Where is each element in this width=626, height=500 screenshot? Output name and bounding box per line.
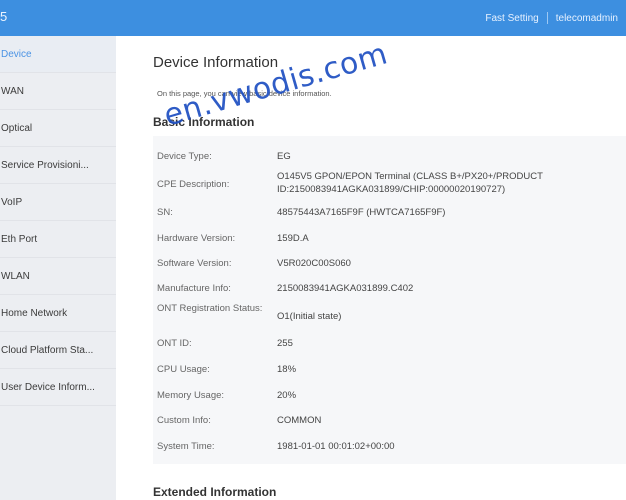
row-label: Software Version: (157, 258, 232, 269)
sidebar-item-label: Optical (1, 122, 33, 134)
basic-info-panel: Device Type: EG CPE Description: O145V5 … (153, 136, 626, 464)
sidebar-item-service-provisioning[interactable]: Service Provisioni... (0, 147, 116, 184)
row-value: 159D.A (277, 233, 309, 244)
row-value: 20% (277, 390, 297, 401)
sidebar-item-voip[interactable]: VoIP (0, 184, 116, 221)
row-label: Device Type: (157, 151, 212, 162)
sidebar-item-label: WLAN (1, 270, 30, 282)
sidebar-item-label: Cloud Platform Sta... (1, 344, 94, 356)
sidebar-item-user-device[interactable]: User Device Inform... (0, 369, 116, 406)
row-value: 48575443A7165F9F (HWTCA7165F9F) (277, 207, 446, 218)
row-value: 255 (277, 338, 293, 349)
sidebar-item-eth-port[interactable]: Eth Port (0, 221, 116, 258)
brand-logo: 5 (0, 9, 8, 24)
main-content: Device Information On this page, you can… (116, 36, 626, 500)
row-label: CPE Description: (157, 179, 230, 190)
row-label: SN: (157, 207, 173, 218)
user-link[interactable]: telecomadmin (556, 13, 618, 24)
row-value: EG (277, 151, 291, 162)
sidebar-item-label: VoIP (1, 196, 23, 208)
sidebar-item-wlan[interactable]: WLAN (0, 258, 116, 295)
sidebar-item-wan[interactable]: WAN (0, 73, 116, 110)
sidebar-item-home-network[interactable]: Home Network (0, 295, 116, 332)
row-value: O145V5 GPON/EPON Terminal (CLASS B+/PX20… (277, 171, 543, 195)
row-label: ONT Registration Status: (157, 303, 263, 314)
sidebar: Device WAN Optical Service Provisioni...… (0, 36, 116, 500)
row-value: V5R020C00S060 (277, 258, 351, 269)
sidebar-item-label: Home Network (1, 307, 68, 319)
row-value: 2150083941AGKA031899.C402 (277, 283, 414, 294)
row-label: Memory Usage: (157, 390, 225, 401)
page-description: On this page, you can view basic device … (157, 89, 332, 98)
row-value: COMMON (277, 415, 322, 426)
sidebar-item-device[interactable]: Device (0, 36, 116, 73)
sidebar-item-cloud-platform[interactable]: Cloud Platform Sta... (0, 332, 116, 369)
row-value: 18% (277, 364, 297, 375)
sidebar-item-label: User Device Inform... (1, 381, 95, 393)
sidebar-item-label: WAN (1, 85, 24, 97)
header-links: Fast Setting telecomadmin (485, 12, 618, 24)
row-label: Hardware Version: (157, 233, 236, 244)
sidebar-item-label: Device (1, 48, 32, 60)
row-label: ONT ID: (157, 338, 192, 349)
sidebar-menu: Device WAN Optical Service Provisioni...… (0, 36, 116, 406)
sidebar-item-optical[interactable]: Optical (0, 110, 116, 147)
header-divider (546, 12, 548, 24)
top-bar: 5 Fast Setting telecomadmin (0, 0, 626, 36)
sidebar-item-label: Service Provisioni... (1, 159, 89, 171)
basic-info-title: Basic Information (153, 115, 255, 129)
row-label: Manufacture Info: (157, 283, 231, 294)
row-value: 1981-01-01 00:01:02+00:00 (277, 441, 395, 452)
row-label: Custom Info: (157, 415, 211, 426)
row-label: CPU Usage: (157, 364, 210, 375)
row-label: System Time: (157, 441, 215, 452)
sidebar-item-label: Eth Port (1, 233, 38, 245)
row-value: O1(Initial state) (277, 311, 342, 322)
fast-setting-link[interactable]: Fast Setting (485, 13, 538, 24)
extended-info-title: Extended Information (153, 485, 277, 499)
page-title: Device Information (153, 54, 279, 71)
